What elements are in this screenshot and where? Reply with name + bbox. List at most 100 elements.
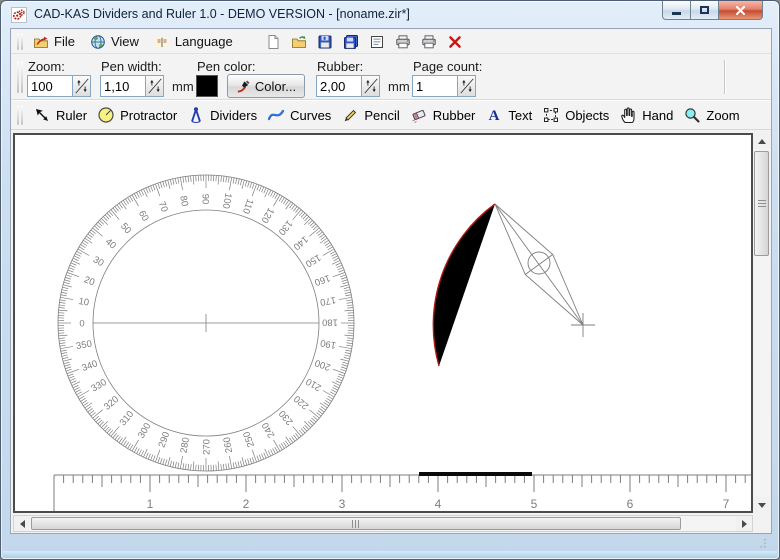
tool-objects[interactable]: Objects [542,106,609,124]
tool-protractor[interactable]: Protractor [97,106,177,124]
ruler-object[interactable]: 1234567 [54,475,751,511]
arrow-right-icon [742,520,747,528]
vertical-scrollbar-thumb[interactable] [754,151,769,256]
close-button[interactable] [719,1,763,20]
svg-text:40: 40 [103,236,118,251]
svg-text:300: 300 [136,421,153,440]
dividers-arc [433,204,495,366]
rubber-field: Rubber: [316,54,382,99]
svg-text:230: 230 [277,408,296,427]
protractor-object[interactable]: 0102030405060708090100110120130140150160… [58,175,354,471]
pen-color-field: Pen color: Color... [196,54,316,99]
toolbar-grip[interactable] [17,61,25,93]
pen-width-input[interactable] [100,75,164,97]
exit-icon [447,34,463,50]
svg-text:150: 150 [303,252,322,269]
tool-pencil[interactable]: Pencil [341,106,399,124]
open-file-icon [291,34,307,50]
toolbar-grip[interactable] [17,105,25,125]
horizontal-scrollbar-thumb[interactable] [31,517,681,530]
zoom-spinner[interactable] [72,76,90,96]
book-icon [154,34,170,50]
svg-text:130: 130 [276,218,295,237]
zoom-value[interactable] [28,76,72,96]
arrow-up-icon [758,139,766,144]
maximize-icon [700,6,709,14]
canvas-drawing[interactable]: 0102030405060708090100110120130140150160… [15,135,751,511]
svg-text:220: 220 [292,393,311,412]
globe-icon [90,34,106,50]
pen-width-value[interactable] [101,76,145,96]
selection-handles-icon [542,106,560,124]
dividers-object[interactable] [495,204,595,337]
save-button[interactable] [314,31,336,53]
spinner-updown-icon [74,77,90,95]
svg-text:320: 320 [102,394,121,413]
window-title: CAD-KAS Dividers and Ruler 1.0 - DEMO VE… [34,1,410,29]
new-file-button[interactable] [262,31,284,53]
svg-text:340: 340 [80,358,99,374]
page-count-spinner[interactable] [457,76,475,96]
title-bar[interactable]: CAD-KAS Dividers and Ruler 1.0 - DEMO VE… [1,1,779,29]
svg-text:350: 350 [75,339,93,353]
svg-text:4: 4 [435,497,442,511]
svg-text:200: 200 [313,357,332,373]
svg-text:20: 20 [82,274,96,288]
exit-button[interactable] [444,31,466,53]
svg-text:270: 270 [201,439,212,455]
pen-color-button[interactable]: Color... [227,74,305,98]
folder-open-icon [33,34,49,50]
rubber-input[interactable] [316,75,380,97]
menu-file[interactable]: File [33,34,75,50]
svg-text:260: 260 [222,436,236,454]
vertical-scrollbar[interactable] [753,133,770,513]
svg-text:160: 160 [313,272,332,288]
menu-language[interactable]: Language [154,34,233,50]
tool-hand[interactable]: Hand [619,106,673,124]
rubber-spinner[interactable] [361,76,379,96]
tool-zoom-label: Zoom [706,108,739,123]
maximize-button[interactable] [691,1,719,20]
horizontal-scrollbar[interactable] [13,515,753,532]
save-as-icon [343,34,359,50]
zoom-input[interactable] [27,75,91,97]
svg-text:190: 190 [319,337,337,351]
thumb-grip-icon [758,200,766,208]
tool-text[interactable]: A Text [485,106,532,124]
rubber-value[interactable] [317,76,361,96]
tool-zoom[interactable]: Zoom [683,106,739,124]
page-count-label: Page count: [413,59,482,74]
minimize-icon [672,12,681,15]
tool-curves[interactable]: Curves [267,106,331,124]
open-file-button[interactable] [288,31,310,53]
tool-rubber-label: Rubber [433,108,476,123]
minimize-button[interactable] [662,1,691,20]
svg-text:7: 7 [723,497,730,511]
thumb-grip-icon [352,520,360,528]
svg-text:290: 290 [156,430,172,449]
print-button[interactable] [392,31,414,53]
print-setup-button[interactable] [418,31,440,53]
options-button[interactable] [366,31,388,53]
hand-icon [619,106,637,124]
tool-rubber[interactable]: Rubber [410,106,476,124]
page-count-value[interactable] [413,76,457,96]
scroll-left-button[interactable] [14,516,30,531]
page-count-input[interactable] [412,75,476,97]
resize-grip-icon[interactable] [756,538,768,550]
tool-dividers[interactable]: Dividers [187,106,257,124]
pen-width-spinner[interactable] [145,76,163,96]
svg-text:60: 60 [136,209,151,224]
menu-view[interactable]: View [90,34,139,50]
svg-text:110: 110 [240,197,256,215]
toolbar-grip[interactable] [17,33,25,49]
print-setup-icon [421,34,437,50]
tools-toolbar: Ruler Protractor Dividers [11,100,771,130]
scroll-down-button[interactable] [753,497,770,513]
scroll-up-button[interactable] [753,133,770,149]
scroll-right-button[interactable] [736,516,752,531]
save-as-button[interactable] [340,31,362,53]
tool-ruler[interactable]: Ruler [33,106,87,124]
svg-text:250: 250 [241,430,257,449]
drawing-canvas[interactable]: 0102030405060708090100110120130140150160… [13,133,753,513]
